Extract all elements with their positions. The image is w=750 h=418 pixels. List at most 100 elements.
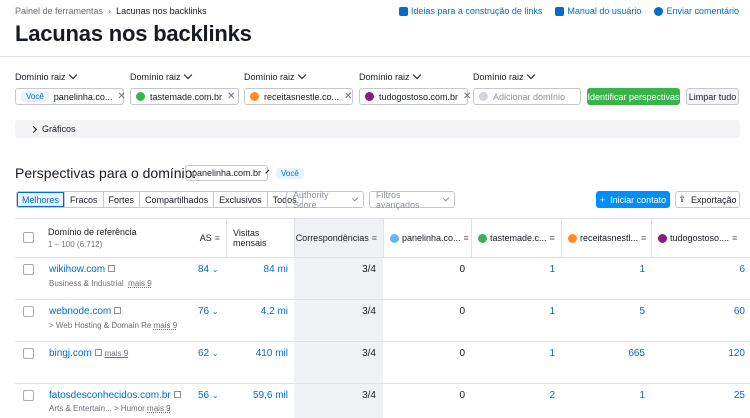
domain-type-select-3[interactable]: Domínio raiz	[244, 70, 306, 82]
visits-value[interactable]: 410 mil	[226, 348, 288, 359]
row-checkbox[interactable]	[23, 264, 34, 275]
close-icon[interactable]: ✕	[463, 91, 471, 102]
domain-3-value[interactable]: 665	[561, 348, 645, 359]
domain-value: panelinha.co...	[53, 91, 113, 102]
domain-2-value[interactable]: 1	[471, 264, 555, 275]
external-link-icon[interactable]	[108, 265, 116, 272]
domain-value: tudogostoso.com.br	[379, 91, 459, 102]
chevron-down-icon: ⌄	[211, 349, 219, 358]
chevron-right-icon	[29, 125, 38, 133]
close-icon[interactable]: ✕	[117, 91, 125, 102]
domain-type-select-4[interactable]: Domínio raiz	[359, 70, 421, 82]
perspective-domain-select[interactable]: panelinha.com.br	[185, 165, 270, 181]
add-domain-field[interactable]: Adicionar domínio	[473, 88, 581, 105]
domain-link[interactable]: bingj.com mais 9	[49, 348, 128, 359]
domain-3-value[interactable]: 5	[561, 306, 645, 317]
visits-value[interactable]: 59,6 mil	[226, 390, 288, 401]
col-domain-3[interactable]: receitasnestl... ≡	[561, 219, 651, 257]
blue-dot-icon	[390, 233, 399, 243]
domain-link[interactable]: wikihow.com	[49, 264, 116, 275]
domain-2-value[interactable]: 1	[471, 348, 555, 359]
send-feedback-link[interactable]: Enviar comentário	[654, 6, 739, 16]
as-value[interactable]: 76 ⌄	[198, 306, 219, 317]
tab-best[interactable]: Melhores	[17, 192, 66, 207]
domain-type-select-1[interactable]: Domínio raiz	[15, 70, 77, 82]
col-domain-4[interactable]: tudogostoso.... ≡	[651, 219, 750, 257]
domain-text: bingj.com	[49, 348, 92, 359]
tab-shared[interactable]: Compartilhados	[140, 192, 215, 207]
orange-dot-icon	[250, 92, 259, 101]
more-link[interactable]: mais 9	[128, 279, 152, 288]
external-link-icon[interactable]	[173, 391, 181, 398]
domain-4-value[interactable]: 120	[651, 348, 745, 359]
gray-dot-icon	[479, 92, 488, 101]
category: Business & Industrial mais 9	[49, 279, 152, 288]
col-as[interactable]: AS ≡	[184, 219, 226, 257]
visits-value[interactable]: 84 mi	[226, 264, 288, 275]
chevron-down-icon	[265, 169, 270, 174]
link-label: Enviar comentário	[666, 6, 739, 16]
col-label: receitasnestl...	[580, 233, 639, 243]
col-matches[interactable]: Correspondências ≡	[294, 219, 383, 257]
select-all-checkbox[interactable]	[23, 232, 34, 243]
link-building-ideas-link[interactable]: Ideias para a construção de links	[398, 6, 542, 16]
select-value: panelinha.com.br	[192, 168, 262, 178]
green-dot-icon	[478, 233, 487, 243]
chevron-down-icon: ⌄	[211, 307, 219, 316]
clear-all-button[interactable]: Limpar tudo	[686, 88, 739, 105]
domain-type-select-2[interactable]: Domínio raiz	[130, 70, 192, 82]
col-domain-1[interactable]: panelinha.co... ≡	[383, 219, 471, 257]
more-link[interactable]: mais 9	[147, 404, 171, 413]
domain-field-2[interactable]: tastemade.com.br ✕	[130, 88, 239, 105]
domain-3-value[interactable]: 1	[561, 390, 645, 401]
matches-value: 3/4	[362, 306, 376, 317]
domain-link[interactable]: webnode.com	[49, 306, 122, 317]
row-checkbox[interactable]	[23, 306, 34, 317]
domain-value: tastemade.com.br	[150, 91, 223, 102]
as-value[interactable]: 84 ⌄	[198, 264, 219, 275]
filter-label: Authority Score	[293, 189, 329, 210]
identify-perspectives-button[interactable]: Identificar perspectivas	[587, 88, 680, 105]
export-button[interactable]: ⇪ Exportação	[675, 191, 740, 208]
domain-field-1[interactable]: Você panelinha.co... ✕	[15, 88, 126, 105]
domain-1-value: 0	[459, 348, 465, 359]
domain-4-value[interactable]: 25	[651, 390, 745, 401]
external-link-icon[interactable]	[114, 307, 122, 314]
domain-field-4[interactable]: tudogostoso.com.br ✕	[359, 88, 471, 105]
domain-1-value: 0	[459, 390, 465, 401]
table-row: bingj.com mais 9 62 ⌄ 410 mil 3/4 0 1 66…	[15, 342, 750, 384]
start-contact-button[interactable]: + Iniciar contato	[596, 191, 670, 208]
visits-value[interactable]: 4,2 mi	[226, 306, 288, 317]
row-checkbox[interactable]	[23, 348, 34, 359]
close-icon[interactable]: ✕	[227, 91, 235, 102]
row-checkbox[interactable]	[23, 390, 34, 401]
domain-2-value[interactable]: 1	[471, 306, 555, 317]
col-visits[interactable]: Visitas mensais	[226, 219, 294, 257]
graphs-toggle[interactable]: Gráficos	[15, 120, 740, 138]
col-domain-2[interactable]: tastemade.c... ≡	[471, 219, 561, 257]
domain-field-3[interactable]: receitasnestle.co... ✕	[244, 88, 353, 105]
domain-4-value[interactable]: 60	[651, 306, 745, 317]
domain-link[interactable]: fatosdesconhecidos.com.br	[49, 390, 181, 401]
domain-4-value[interactable]: 6	[651, 264, 745, 275]
more-link[interactable]: mais 9	[154, 321, 178, 330]
external-link-icon[interactable]	[94, 349, 102, 356]
close-icon[interactable]: ✕	[344, 91, 352, 102]
col-label: panelinha.co...	[402, 233, 461, 243]
tab-strong[interactable]: Fortes	[104, 192, 141, 207]
as-value[interactable]: 56 ⌄	[198, 390, 219, 401]
as-text: 56	[198, 390, 210, 401]
domain-type-select-5[interactable]: Domínio raiz	[473, 70, 535, 82]
filter-tabs: Melhores Fracos Fortes Compartilhados Ex…	[16, 191, 303, 208]
domain-3-value[interactable]: 1	[561, 264, 645, 275]
tab-weak[interactable]: Fracos	[65, 192, 104, 207]
authority-score-filter[interactable]: Authority Score	[286, 189, 364, 210]
book-icon	[555, 6, 565, 16]
more-link[interactable]: mais 9	[105, 349, 129, 358]
user-manual-link[interactable]: Manual do usuário	[555, 6, 641, 16]
tab-exclusive[interactable]: Exclusivos	[214, 192, 268, 207]
breadcrumb-root[interactable]: Painel de ferramentas	[15, 6, 103, 16]
as-value[interactable]: 62 ⌄	[198, 348, 219, 359]
advanced-filters[interactable]: Filtros avançados	[369, 190, 455, 210]
domain-2-value[interactable]: 2	[471, 390, 555, 401]
